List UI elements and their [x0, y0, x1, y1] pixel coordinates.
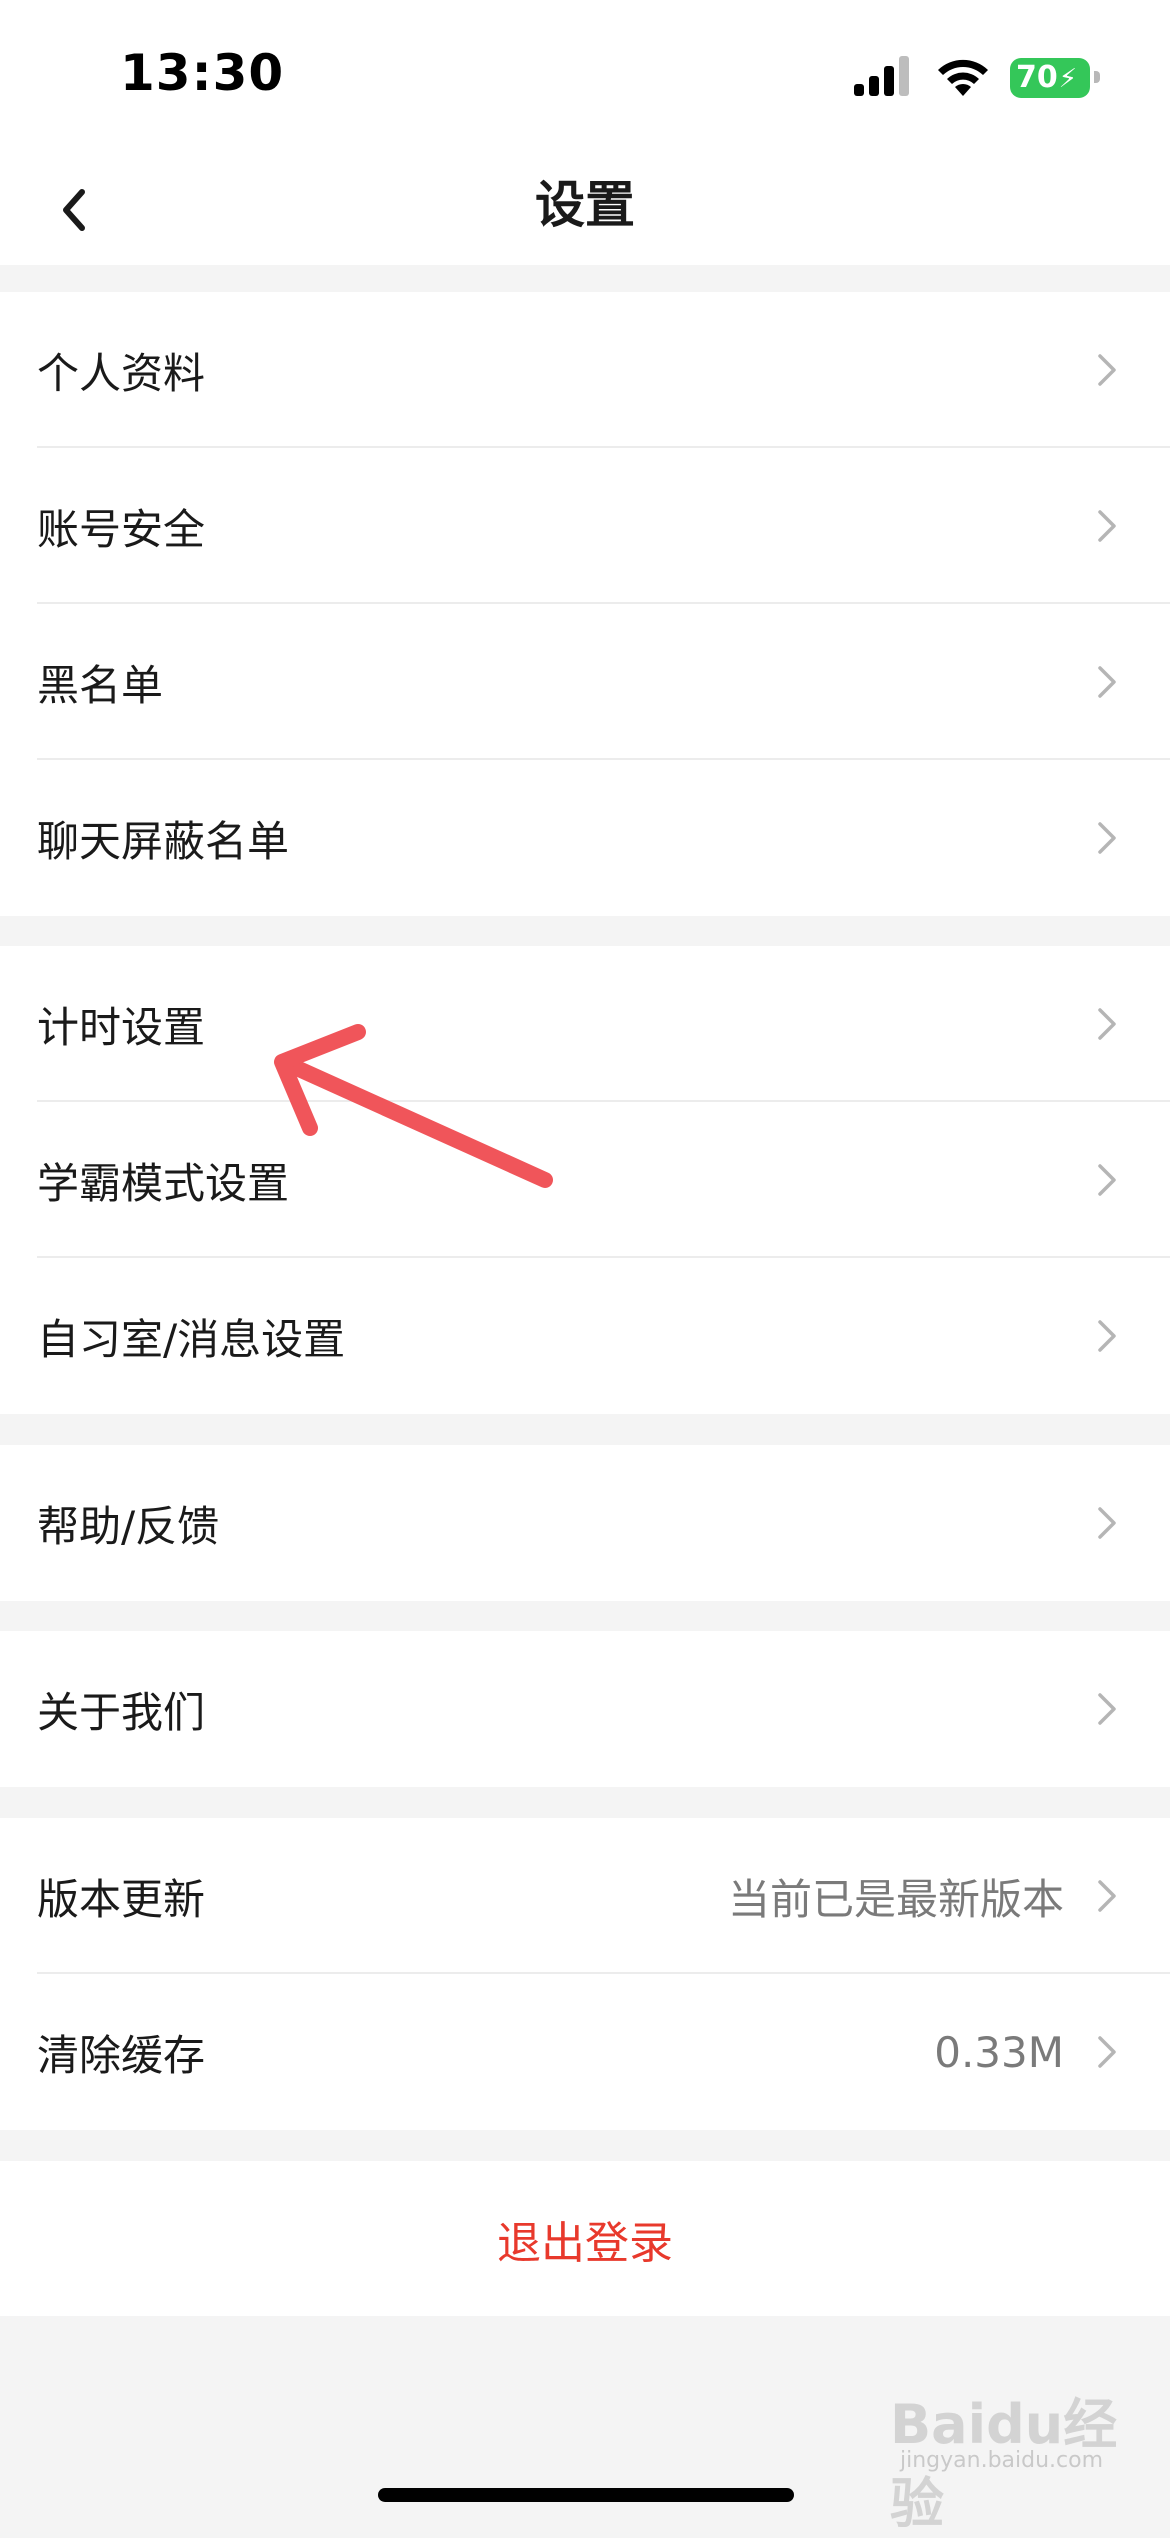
logout-group: 退出登录 — [0, 2161, 1170, 2316]
settings-group-study: 计时设置 学霸模式设置 自习室/消息设置 — [0, 946, 1170, 1414]
row-clear-cache[interactable]: 清除缓存 0.33M — [0, 1974, 1170, 2130]
chevron-right-icon — [1098, 510, 1116, 542]
watermark-url: jingyan.baidu.com — [900, 2448, 1104, 2473]
page-title: 设置 — [535, 176, 635, 234]
battery-cap — [1094, 71, 1100, 83]
row-label: 清除缓存 — [37, 2030, 206, 2080]
row-label: 帮助/反馈 — [37, 1501, 220, 1551]
row-timer-settings[interactable]: 计时设置 — [0, 946, 1170, 1102]
row-version-update[interactable]: 版本更新 当前已是最新版本 — [0, 1818, 1170, 1974]
row-label: 自习室/消息设置 — [37, 1314, 346, 1364]
chevron-right-icon — [1098, 1008, 1116, 1040]
signal-icon — [854, 56, 909, 96]
chevron-right-icon — [1098, 1320, 1116, 1352]
row-profile[interactable]: 个人资料 — [0, 292, 1170, 448]
settings-group-app: 版本更新 当前已是最新版本 清除缓存 0.33M — [0, 1818, 1170, 2130]
row-label: 黑名单 — [37, 660, 164, 710]
row-study-mode-settings[interactable]: 学霸模式设置 — [0, 1102, 1170, 1258]
chevron-right-icon — [1098, 1693, 1116, 1725]
settings-group-about: 关于我们 — [0, 1631, 1170, 1787]
row-label: 账号安全 — [37, 504, 206, 554]
row-account-security[interactable]: 账号安全 — [0, 448, 1170, 604]
chevron-right-icon — [1098, 1880, 1116, 1912]
row-study-room-message-settings[interactable]: 自习室/消息设置 — [0, 1258, 1170, 1414]
nav-bar: 设置 — [0, 150, 1170, 265]
charging-bolt-icon: ⚡ — [1058, 64, 1078, 94]
annotation-arrow — [274, 1024, 553, 1188]
home-indicator[interactable] — [378, 2488, 794, 2502]
chevron-right-icon — [1098, 1164, 1116, 1196]
row-label: 关于我们 — [37, 1687, 206, 1737]
row-about-us[interactable]: 关于我们 — [0, 1631, 1170, 1787]
settings-group-help: 帮助/反馈 — [0, 1445, 1170, 1601]
status-time: 13:30 — [120, 44, 285, 102]
row-label: 版本更新 — [37, 1874, 206, 1924]
chevron-right-icon — [1098, 2036, 1116, 2068]
row-label: 个人资料 — [37, 348, 206, 398]
row-chat-block-list[interactable]: 聊天屏蔽名单 — [0, 760, 1170, 916]
row-help-feedback[interactable]: 帮助/反馈 — [0, 1445, 1170, 1601]
battery-icon: 70⚡ — [1010, 58, 1090, 98]
chevron-right-icon — [1098, 822, 1116, 854]
chevron-right-icon — [1098, 666, 1116, 698]
version-status: 当前已是最新版本 — [727, 1874, 1064, 1924]
wifi-icon — [938, 59, 988, 96]
status-icons: 70⚡ — [850, 56, 1100, 100]
cache-size: 0.33M — [934, 2027, 1064, 2077]
battery-level: 70 — [1016, 60, 1058, 95]
logout-button[interactable]: 退出登录 — [491, 2206, 679, 2272]
row-label: 聊天屏蔽名单 — [37, 816, 290, 866]
chevron-right-icon — [1098, 1507, 1116, 1539]
row-label: 计时设置 — [37, 1002, 206, 1052]
row-label: 学霸模式设置 — [37, 1158, 290, 1208]
settings-group-account: 个人资料 账号安全 黑名单 聊天屏蔽名单 — [0, 292, 1170, 916]
row-blacklist[interactable]: 黑名单 — [0, 604, 1170, 760]
status-bar: 13:30 70⚡ — [0, 0, 1170, 150]
chevron-right-icon — [1098, 354, 1116, 386]
